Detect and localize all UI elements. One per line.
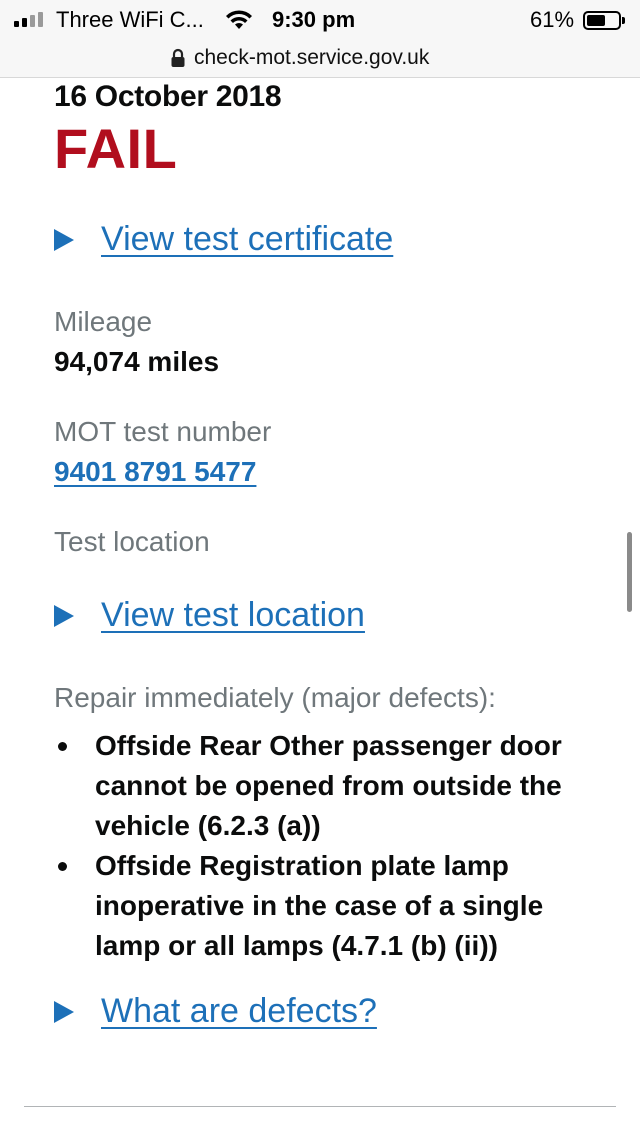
what-are-defects-label[interactable]: What are defects? xyxy=(101,992,377,1031)
what-are-defects-link[interactable]: What are defects? xyxy=(54,992,377,1031)
mileage-value: 94,074 miles xyxy=(54,346,220,377)
disclosure-triangle-icon xyxy=(54,1000,74,1023)
test-number-link[interactable]: 9401 8791 5477 xyxy=(54,456,256,488)
signal-icon xyxy=(14,12,43,27)
test-date: 16 October 2018 xyxy=(54,80,282,113)
defect-item: Offside Rear Other passenger door cannot… xyxy=(54,726,614,846)
defect-item: Offside Registration plate lamp inoperat… xyxy=(54,846,614,966)
test-result-status: FAIL xyxy=(54,117,178,180)
clock: 9:30 pm xyxy=(272,7,356,32)
scrollbar[interactable] xyxy=(627,532,632,612)
battery-icon xyxy=(583,11,625,30)
mileage-label: Mileage xyxy=(54,306,153,337)
view-location-label[interactable]: View test location xyxy=(101,596,365,635)
disclosure-triangle-icon xyxy=(54,604,74,627)
address-bar[interactable]: check-mot.service.gov.uk xyxy=(0,40,640,78)
view-location-link[interactable]: View test location xyxy=(54,596,365,635)
lock-icon xyxy=(170,48,186,74)
status-bar: Three WiFi C... 9:30 pm 61% xyxy=(0,0,640,40)
wifi-icon xyxy=(224,9,254,37)
defects-heading: Repair immediately (major defects): xyxy=(54,682,496,713)
battery-level xyxy=(587,15,605,26)
view-certificate-label[interactable]: View test certificate xyxy=(101,220,393,259)
test-number-label: MOT test number xyxy=(54,416,272,447)
view-certificate-link[interactable]: View test certificate xyxy=(54,220,393,259)
carrier-name: Three WiFi C... xyxy=(56,7,204,32)
test-location-label: Test location xyxy=(54,526,210,557)
battery-percent: 61% xyxy=(530,7,575,32)
disclosure-triangle-icon xyxy=(54,228,74,251)
section-divider xyxy=(24,1106,616,1107)
defects-list: Offside Rear Other passenger door cannot… xyxy=(54,726,614,966)
url-text[interactable]: check-mot.service.gov.uk xyxy=(194,46,429,70)
